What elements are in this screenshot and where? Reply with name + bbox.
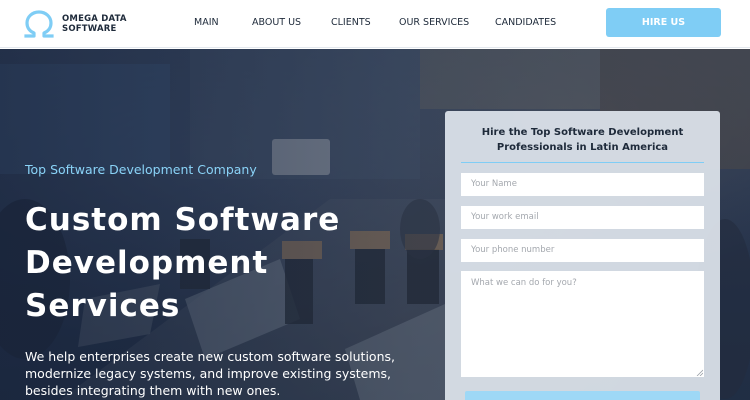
hero-headline: Custom Software Development Services <box>25 199 425 328</box>
form-title: Hire the Top Software Development Profes… <box>445 125 720 155</box>
nav-candidates[interactable]: CANDIDATES <box>495 17 556 28</box>
brand-name-line2: SOFTWARE <box>62 24 117 34</box>
message-textarea[interactable] <box>461 271 704 377</box>
hire-us-button[interactable]: HIRE US <box>606 8 721 37</box>
omega-logo-icon <box>24 10 54 38</box>
hero-headline-line: Custom Software <box>25 202 341 238</box>
email-input[interactable] <box>461 206 704 229</box>
hero-description: We help enterprises create new custom so… <box>25 349 395 398</box>
name-input[interactable] <box>461 173 704 196</box>
hero-headline-line: Services <box>25 288 181 324</box>
nav-main[interactable]: MAIN <box>194 17 219 28</box>
form-title-line: Professionals in Latin America <box>496 142 669 153</box>
nav-our-services[interactable]: OUR SERVICES <box>399 17 469 28</box>
hire-form: Hire the Top Software Development Profes… <box>445 111 720 400</box>
hero-headline-line: Development <box>25 245 269 281</box>
resize-grip-icon[interactable] <box>696 369 703 376</box>
brand-name: OMEGA DATA SOFTWARE <box>62 14 127 34</box>
brand-logo[interactable]: OMEGA DATA SOFTWARE <box>22 8 127 40</box>
hero-kicker: Top Software Development Company <box>25 162 257 177</box>
form-title-line: Hire the Top Software Development <box>481 127 684 138</box>
brand-name-line1: OMEGA DATA <box>62 14 127 24</box>
nav-about-us[interactable]: ABOUT US <box>252 17 301 28</box>
phone-input[interactable] <box>461 239 704 262</box>
hero-section: Top Software Development Company Custom … <box>0 49 750 400</box>
form-divider <box>461 162 704 163</box>
site-header: OMEGA DATA SOFTWARE MAIN ABOUT US CLIENT… <box>0 0 750 48</box>
nav-clients[interactable]: CLIENTS <box>331 17 371 28</box>
submit-button[interactable] <box>465 391 700 400</box>
